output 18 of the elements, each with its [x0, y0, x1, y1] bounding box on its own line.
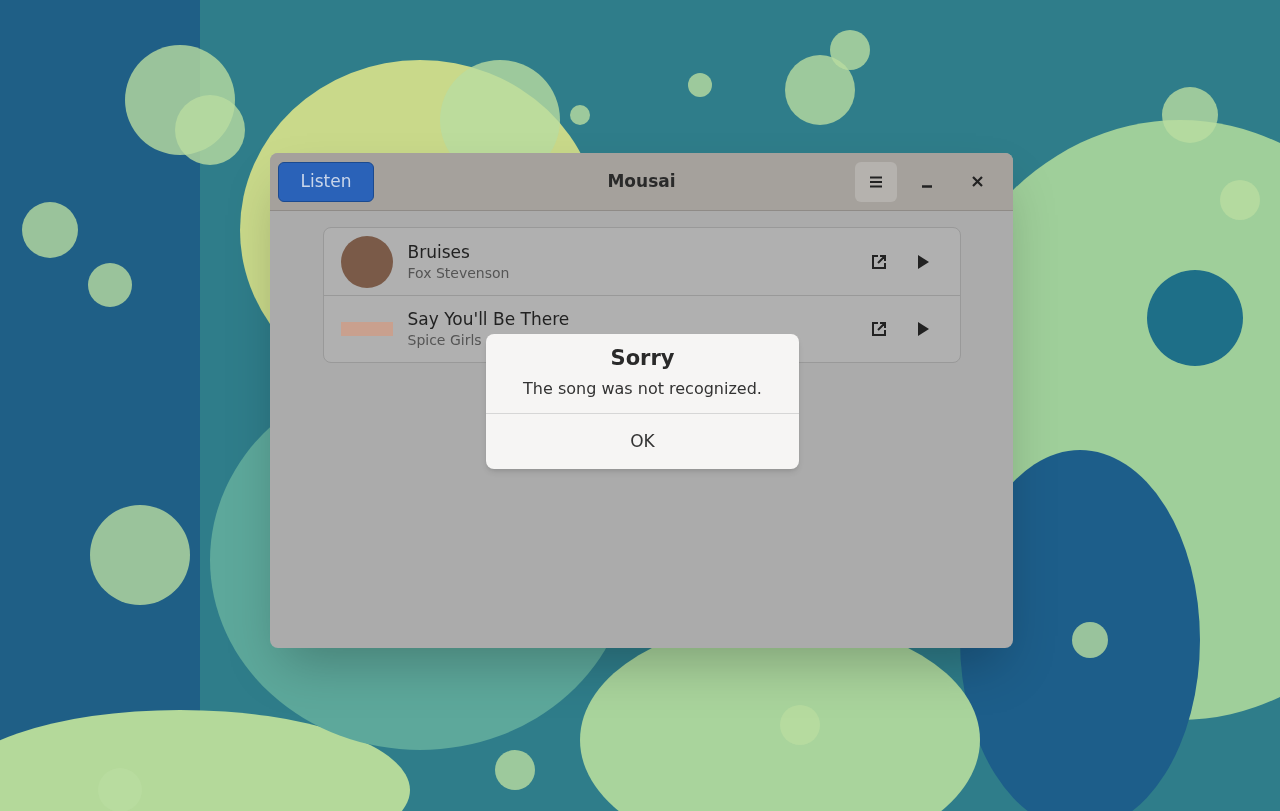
- close-icon: [971, 176, 983, 187]
- window-title: Mousai: [607, 169, 676, 193]
- song-title: Say You'll Be There: [407, 308, 570, 330]
- album-art: [340, 322, 393, 336]
- minimize-icon: [922, 185, 932, 188]
- menu-icon: [870, 175, 882, 188]
- menu-button[interactable]: [855, 161, 897, 202]
- external-link-icon[interactable]: [870, 253, 887, 270]
- song-title: Bruises: [407, 240, 471, 263]
- external-link-icon[interactable]: [870, 321, 887, 337]
- listen-button[interactable]: Listen: [278, 161, 374, 202]
- song-artist: Spice Girls: [407, 331, 483, 350]
- play-icon[interactable]: [916, 254, 929, 269]
- song-row[interactable]: Bruises Fox Stevenson: [323, 228, 960, 295]
- ok-button[interactable]: OK: [486, 414, 799, 469]
- song-artist: Fox Stevenson: [407, 263, 510, 283]
- play-icon[interactable]: [916, 322, 929, 336]
- dialog-message: The song was not recognized.: [523, 377, 762, 400]
